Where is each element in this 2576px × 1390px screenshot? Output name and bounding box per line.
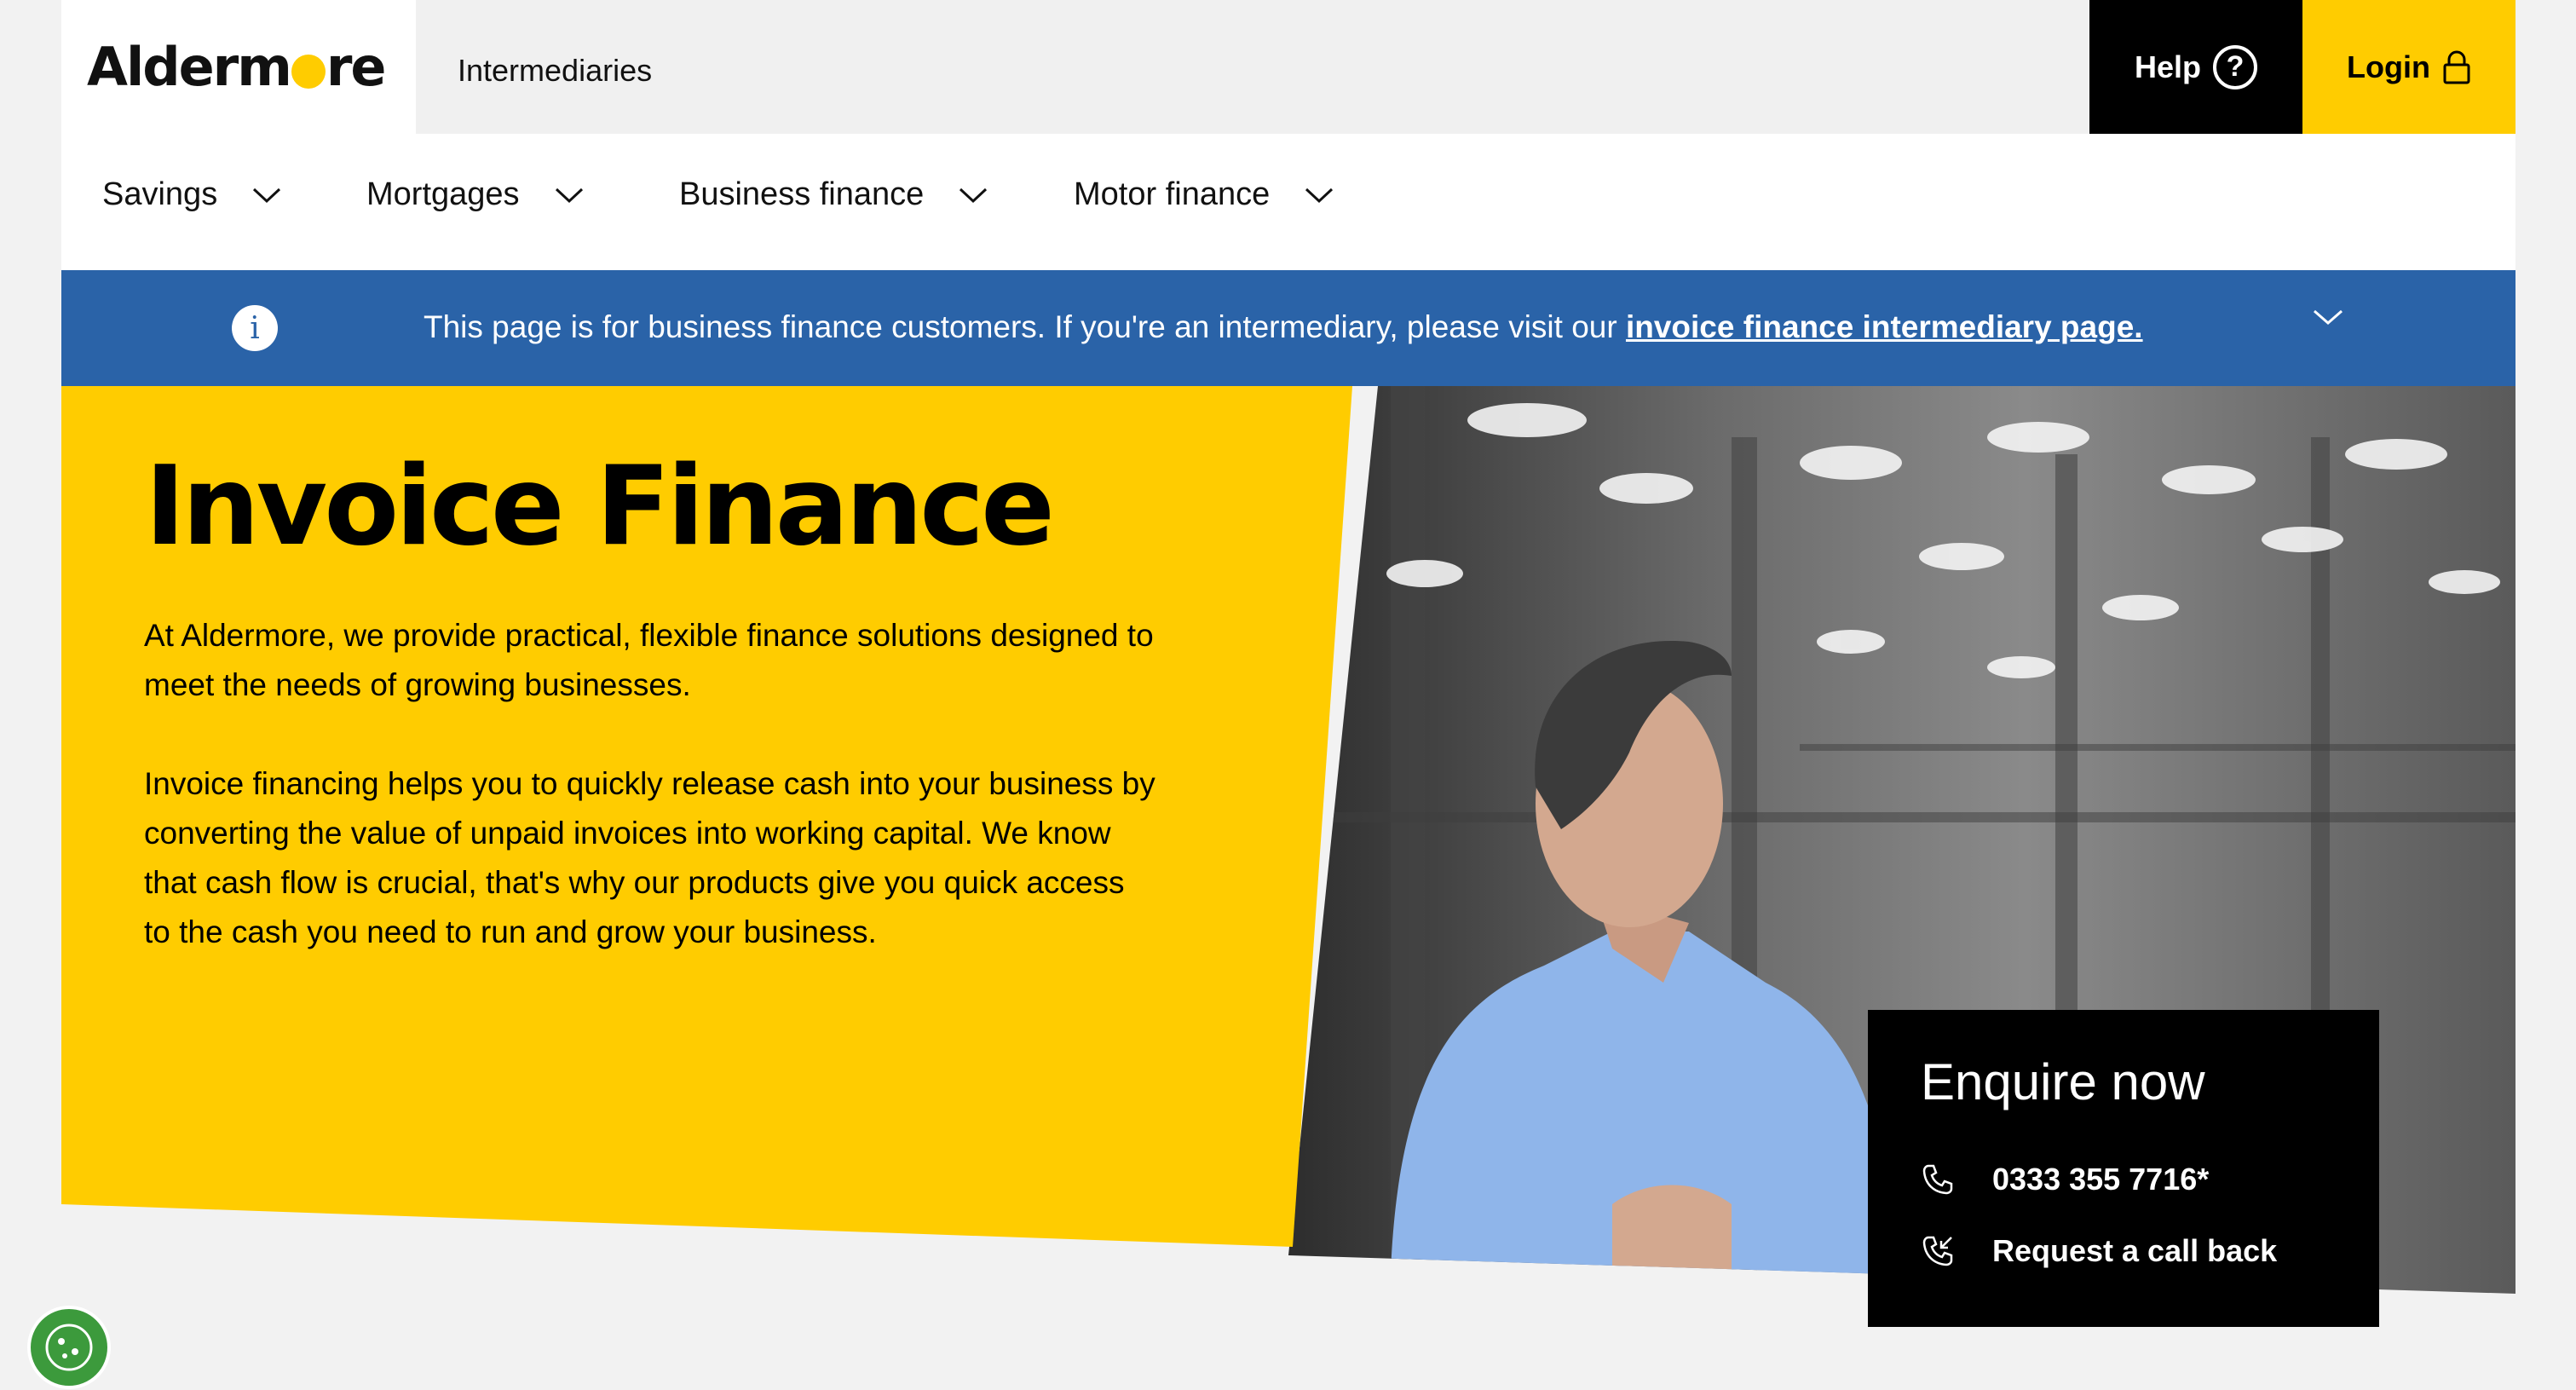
logo-dot — [291, 55, 326, 89]
callback-label: Request a call back — [1992, 1233, 2278, 1268]
hero-description: Invoice financing helps you to quickly r… — [144, 766, 1155, 949]
nav-item-business-finance[interactable]: Business finance — [679, 176, 988, 213]
chevron-down-icon — [555, 187, 583, 203]
nav-item-motor-finance[interactable]: Motor finance — [1074, 176, 1334, 213]
nav-item-mortgages[interactable]: Mortgages — [366, 176, 585, 213]
cookie-settings-button[interactable] — [27, 1306, 111, 1389]
notice-banner: i This page is for business finance cust… — [61, 270, 2515, 386]
phone-number: 0333 355 7716* — [1992, 1162, 2210, 1197]
logo-link[interactable]: Alderm re — [61, 0, 416, 134]
help-icon: ? — [2213, 44, 2257, 89]
logo: Alderm re — [87, 36, 386, 98]
help-button[interactable]: Help ? — [2089, 0, 2302, 134]
phone-link[interactable]: 0333 355 7716* — [1921, 1162, 2209, 1197]
phone-callback-icon — [1922, 1236, 1953, 1266]
request-callback-link[interactable]: Request a call back — [1921, 1233, 2277, 1269]
lock-icon — [2443, 50, 2470, 84]
top-bar: Alderm re Intermediaries Help ? Login — [61, 0, 2515, 134]
nav-label: Motor finance — [1074, 176, 1271, 212]
notice-text: This page is for business finance custom… — [424, 309, 2143, 344]
nav-label: Savings — [102, 176, 218, 212]
help-label: Help — [2134, 49, 2201, 84]
info-icon: i — [232, 305, 278, 351]
chevron-down-icon — [253, 187, 281, 203]
chevron-down-icon[interactable] — [2311, 306, 2345, 328]
page-title: Invoice Finance — [145, 443, 1055, 570]
intermediaries-link[interactable]: Intermediaries — [458, 53, 652, 89]
enquire-title: Enquire now — [1921, 1053, 2205, 1110]
login-label: Login — [2347, 49, 2430, 84]
chevron-down-icon — [1305, 187, 1334, 203]
cookie-icon — [45, 1324, 93, 1371]
intermediary-page-link[interactable]: invoice finance intermediary page. — [1626, 309, 2143, 344]
page: Alderm re Intermediaries Help ? Login Sav… — [61, 0, 2515, 1359]
enquire-box: Enquire now 0333 355 7716* Request a cal… — [1868, 1010, 2379, 1327]
hero-intro: At Aldermore, we provide practical, flex… — [144, 618, 1154, 702]
main-nav: Savings Mortgages Business finance Motor… — [61, 134, 2515, 270]
phone-icon — [1922, 1164, 1953, 1195]
login-button[interactable]: Login — [2302, 0, 2515, 134]
chevron-down-icon — [960, 187, 988, 203]
nav-item-savings[interactable]: Savings — [102, 176, 282, 213]
nav-label: Business finance — [679, 176, 925, 212]
nav-label: Mortgages — [366, 176, 520, 212]
